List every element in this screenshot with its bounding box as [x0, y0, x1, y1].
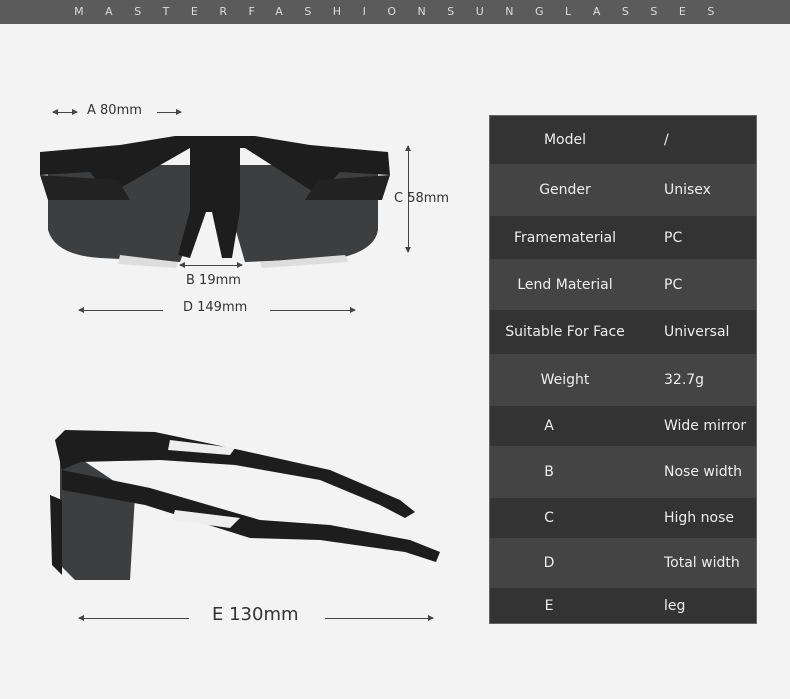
dimension-e-arrow-left: [78, 615, 189, 621]
spec-key: Gender: [539, 182, 591, 198]
dimension-a-arrow-left: [52, 109, 78, 115]
dimension-c-label: C 58mm: [394, 191, 450, 206]
spec-key: Lend Material: [517, 276, 613, 293]
specs-table: Model / Gender Unisex Framematerial PC Lend…: [489, 115, 757, 624]
spec-row: Gender Unisex: [490, 164, 756, 216]
spec-value: Nose width: [664, 464, 742, 480]
spec-row: B Nose width: [490, 446, 756, 498]
spec-key: Framematerial: [513, 229, 617, 246]
dimension-d-arrow-right: [270, 307, 356, 313]
spec-value: Total width: [664, 555, 740, 571]
dimension-e-label: E 130mm: [212, 604, 299, 625]
spec-row: Weight 32.7g: [490, 354, 756, 406]
spec-key: C: [544, 510, 554, 526]
dimension-a-label: A 80mm: [87, 103, 142, 118]
spec-value: PC: [664, 276, 683, 293]
spec-value: leg: [664, 597, 686, 614]
dimension-b-label: B 19mm: [186, 273, 241, 288]
spec-key: Weight: [540, 372, 590, 388]
spec-row: D Total width: [490, 538, 756, 588]
dimension-e-arrow-right: [325, 615, 434, 621]
spec-row: Eleg: [490, 588, 756, 623]
spec-key: B: [544, 464, 554, 480]
spec-row: Lend Material PC: [490, 259, 756, 310]
spec-key: Model: [543, 132, 587, 148]
dimension-d-label: D 149mm: [183, 300, 248, 315]
spec-key: D: [543, 555, 555, 571]
spec-value: Universal: [664, 324, 730, 340]
spec-key: Suitable For Face: [505, 324, 625, 340]
spec-row: Framematerial PC: [490, 216, 756, 259]
spec-key: A: [544, 418, 554, 434]
spec-row: C High nose: [490, 498, 756, 538]
spec-key: E: [544, 597, 554, 614]
spec-value: Unisex: [664, 182, 711, 198]
spec-value: /: [664, 132, 669, 148]
dimension-a-arrow-right: [157, 109, 182, 115]
spec-value: 32.7g: [664, 372, 705, 388]
spec-row: Model /: [490, 116, 756, 164]
spec-value: High nose: [664, 510, 734, 526]
spec-value: PC: [664, 229, 683, 246]
dimension-b-arrow: [179, 262, 243, 268]
spec-value: Wide mirror: [664, 418, 747, 434]
spec-row: A Wide mirror: [490, 406, 756, 446]
dimension-d-arrow-left: [78, 307, 163, 313]
spec-row: Suitable For Face Universal: [490, 310, 756, 354]
